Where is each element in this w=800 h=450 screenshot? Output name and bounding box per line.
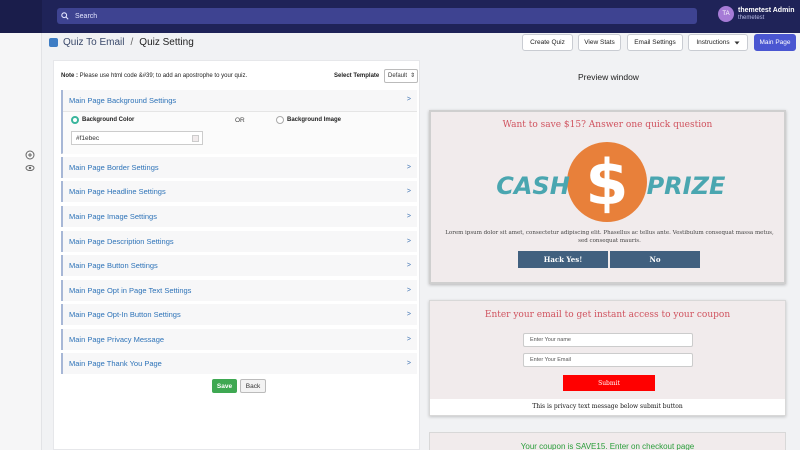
create-quiz-button[interactable]: Create Quiz <box>522 34 573 51</box>
eye-icon[interactable] <box>25 163 35 173</box>
chevron-right-icon: > <box>406 311 411 318</box>
section-label: Main Page Button Settings <box>69 261 158 270</box>
preview-quiz-card: Want to save $15? Answer one quick quest… <box>429 110 786 284</box>
quiz-headline: Want to save $15? Answer one quick quest… <box>502 120 713 130</box>
top-bar-logo-area <box>0 0 42 33</box>
description-settings-section[interactable]: Main Page Description Settings > <box>61 231 417 252</box>
optin-button-settings-section[interactable]: Main Page Opt-In Button Settings > <box>61 304 417 325</box>
instructions-label: Instructions <box>696 39 730 46</box>
name-input[interactable]: Enter Your name <box>523 333 693 347</box>
cash-prize-logo: $ CASH PRIZE <box>496 142 726 222</box>
button-settings-section[interactable]: Main Page Button Settings > <box>61 255 417 276</box>
template-select[interactable]: Default ⇕ <box>384 69 418 83</box>
background-settings-body: Background Color OR Background Image #f1… <box>63 111 417 154</box>
section-label: Main Page Opt-In Button Settings <box>69 310 181 319</box>
color-swatch[interactable] <box>192 135 199 142</box>
search-box[interactable]: Search <box>57 8 697 24</box>
template-label: Select Template <box>334 73 380 79</box>
main-page-button[interactable]: Main Page <box>754 34 796 51</box>
or-text: OR <box>235 117 245 124</box>
section-label: Main Page Privacy Message <box>69 335 165 344</box>
chevron-right-icon: > <box>406 96 411 103</box>
select-arrows-icon: ⇕ <box>409 73 415 79</box>
logo-left-text: CASH <box>496 172 570 200</box>
background-settings-section: Main Page Background Settings > Backgrou… <box>61 90 417 154</box>
hack-yes-button[interactable]: Hack Yes! <box>518 251 608 268</box>
user-store: themetest <box>738 14 765 21</box>
search-placeholder: Search <box>75 12 98 20</box>
search-icon <box>61 12 69 20</box>
back-button[interactable]: Back <box>240 379 266 393</box>
email-settings-button[interactable]: Email Settings <box>627 34 683 51</box>
section-label: Main Page Border Settings <box>69 163 159 172</box>
breadcrumb-app[interactable]: Quiz To Email <box>63 37 125 48</box>
optin-text-settings-section[interactable]: Main Page Opt in Page Text Settings > <box>61 280 417 301</box>
border-settings-section[interactable]: Main Page Border Settings > <box>61 157 417 178</box>
section-label: Main Page Description Settings <box>69 237 174 246</box>
top-bar: Search TA themetest Admin themetest <box>0 0 800 33</box>
breadcrumb: Quiz To Email / Quiz Setting <box>49 37 194 48</box>
radio-unselected-icon <box>276 116 284 124</box>
page-header: Quiz To Email / Quiz Setting Create Quiz… <box>42 33 800 53</box>
logo-symbol: $ <box>585 146 628 219</box>
logo-right-text: PRIZE <box>647 172 726 200</box>
preview-thankyou-card: Your coupon is SAVE15. Enter on checkout… <box>429 432 786 450</box>
app-icon <box>49 38 58 47</box>
background-color-input[interactable]: #f1ebec <box>71 131 203 145</box>
note-text: Please use html code &#39; to add an apo… <box>79 73 248 79</box>
chevron-right-icon: > <box>406 164 411 171</box>
thank-you-page-section[interactable]: Main Page Thank You Page > <box>61 353 417 374</box>
chevron-right-icon: > <box>406 188 411 195</box>
background-image-radio[interactable]: Background Image <box>276 116 341 124</box>
radio-selected-icon <box>71 116 79 124</box>
add-circle-icon[interactable] <box>25 150 35 160</box>
chevron-right-icon: > <box>406 262 411 269</box>
settings-panel: Note : Please use html code &#39; to add… <box>53 60 420 450</box>
image-settings-section[interactable]: Main Page Image Settings > <box>61 206 417 227</box>
note-label: Note : <box>61 73 78 79</box>
section-label: Main Page Headline Settings <box>69 187 166 196</box>
background-color-value: #f1ebec <box>76 134 100 142</box>
preview-optin-card: Enter your email to get instant access t… <box>429 300 786 416</box>
section-label: Main Page Image Settings <box>69 212 157 221</box>
caret-down-icon <box>734 41 740 44</box>
no-button[interactable]: No <box>610 251 700 268</box>
email-input[interactable]: Enter Your Email <box>523 353 693 367</box>
chevron-right-icon: > <box>406 287 411 294</box>
preview-title: Preview window <box>578 72 639 82</box>
chevron-right-icon: > <box>406 238 411 245</box>
section-label: Main Page Thank You Page <box>69 359 162 368</box>
chevron-right-icon: > <box>406 336 411 343</box>
privacy-message-section[interactable]: Main Page Privacy Message > <box>61 329 417 350</box>
privacy-message: This is privacy text message below submi… <box>430 399 785 415</box>
background-color-radio[interactable]: Background Color <box>71 116 134 124</box>
breadcrumb-separator: / <box>130 37 134 48</box>
background-settings-header[interactable]: Main Page Background Settings <box>69 96 176 105</box>
background-image-label: Background Image <box>287 117 342 123</box>
optin-headline: Enter your email to get instant access t… <box>484 310 731 320</box>
quiz-description: Lorem ipsum dolor sit amet, consectetur … <box>445 230 774 244</box>
coupon-headline: Your coupon is SAVE15. Enter on checkout… <box>520 442 695 450</box>
submit-button[interactable]: Submit <box>563 375 655 391</box>
section-label: Main Page Opt in Page Text Settings <box>69 286 192 295</box>
left-rail <box>0 33 42 450</box>
background-color-label: Background Color <box>82 117 135 123</box>
user-name: themetest Admin <box>738 6 795 14</box>
save-button[interactable]: Save <box>212 379 237 393</box>
template-value: Default <box>388 73 408 79</box>
headline-settings-section[interactable]: Main Page Headline Settings > <box>61 181 417 202</box>
view-stats-button[interactable]: View Stats <box>578 34 621 51</box>
chevron-right-icon: > <box>406 360 411 367</box>
note: Note : Please use html code &#39; to add… <box>61 73 247 79</box>
chevron-right-icon: > <box>406 213 411 220</box>
avatar: TA <box>718 6 734 22</box>
instructions-dropdown[interactable]: Instructions <box>688 34 748 51</box>
page-title: Quiz Setting <box>139 37 194 48</box>
user-menu[interactable]: TA themetest Admin themetest <box>718 6 795 22</box>
